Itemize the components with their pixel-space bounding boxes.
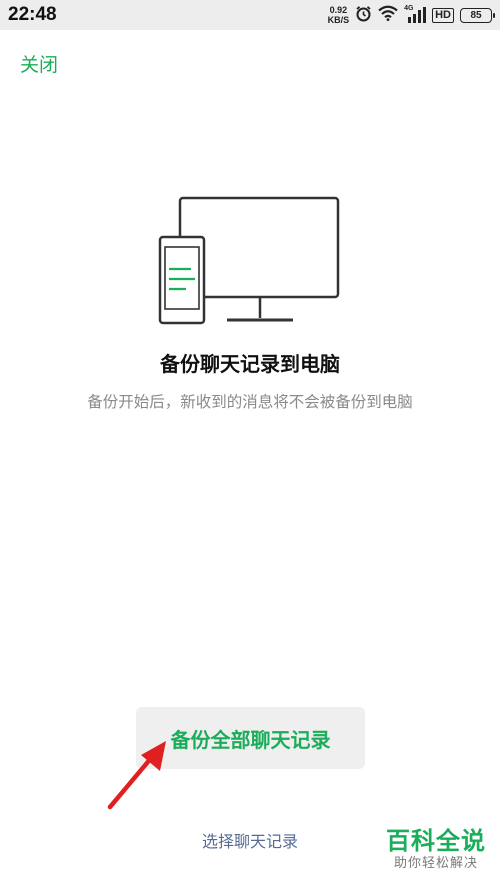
backup-all-label: 备份全部聊天记录 [170,727,331,752]
status-bar: 22:48 0.92 KB/S 4G HD 85 [0,0,500,30]
net-speed: 0.92 KB/S [328,5,350,25]
watermark: 百科全说 助你轻松解决 [386,826,486,872]
status-time: 22:48 [8,4,57,25]
watermark-main: 百科全说 [386,827,486,855]
net-speed-value: 0.92 [329,5,348,15]
status-icons: 0.92 KB/S 4G HD 85 [328,3,495,27]
net-speed-unit: KB/S [327,15,350,25]
hd-badge: HD [432,7,454,23]
close-button[interactable]: 关闭 [20,50,58,77]
wifi-icon [378,5,398,25]
page-title: 备份聊天记录到电脑 [160,352,340,376]
red-arrow-icon [100,735,175,815]
signal-icon: 4G [404,5,427,24]
battery-icon: 85 [460,7,495,23]
battery-level: 85 [470,9,482,21]
phone-and-monitor-icon [155,190,345,330]
page-subtitle: 备份开始后，新收到的消息将不会被备份到电脑 [87,393,413,411]
watermark-sub: 助你轻松解决 [393,856,478,871]
alarm-icon [355,5,372,26]
